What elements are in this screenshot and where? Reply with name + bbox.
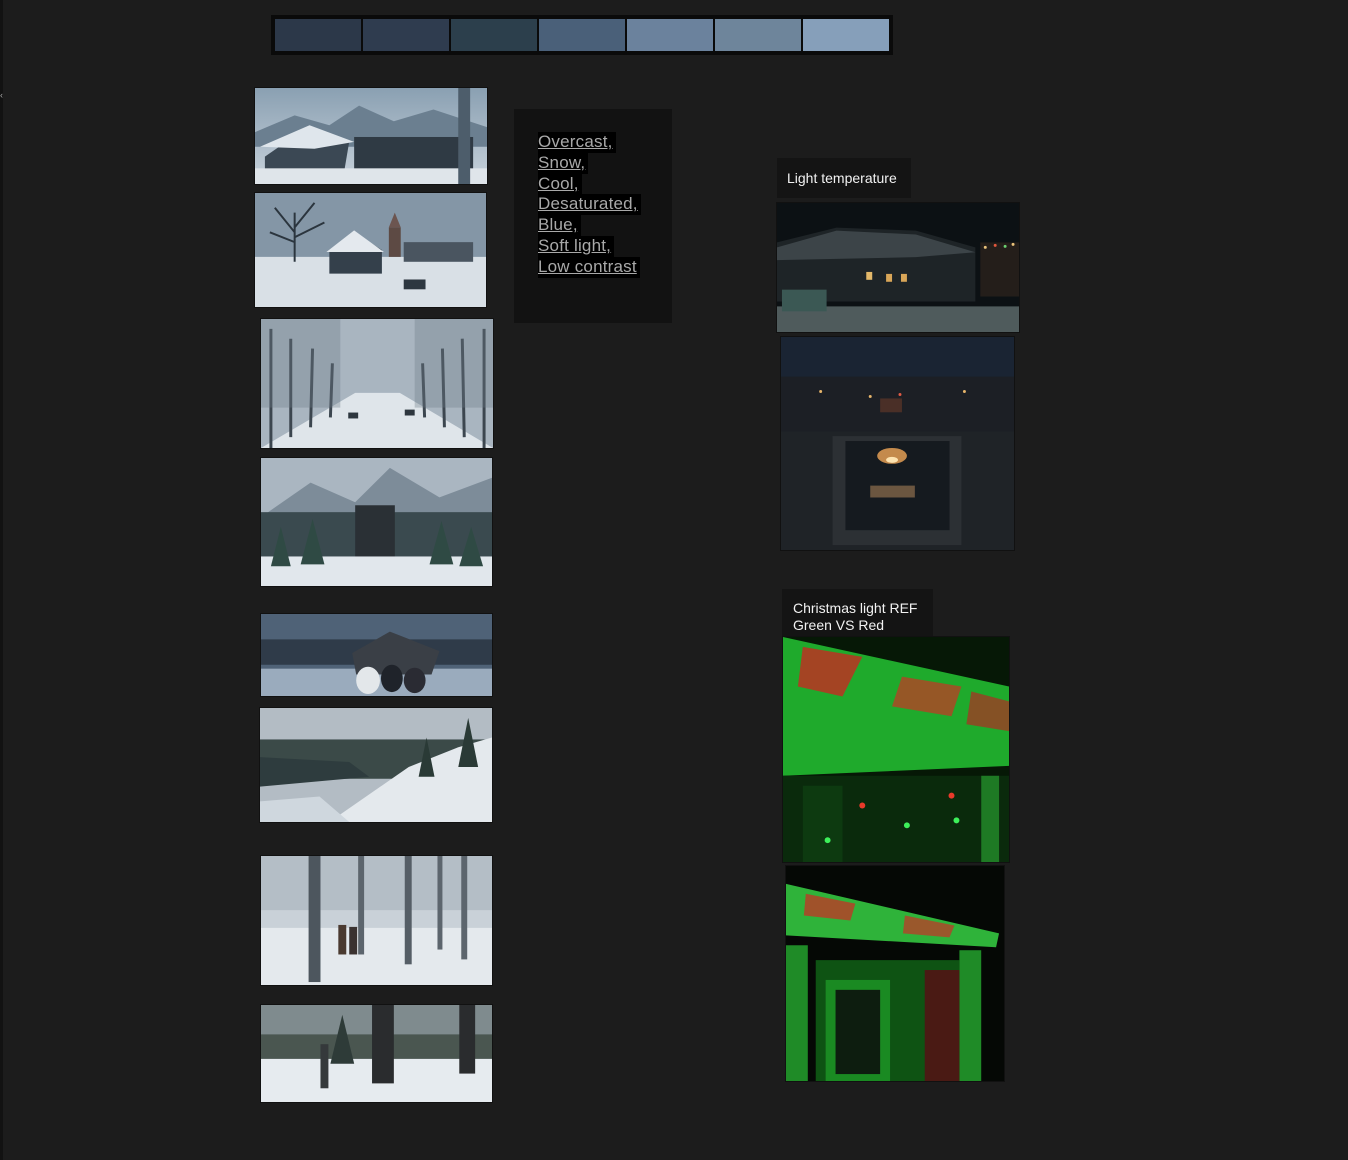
light-temperature-label[interactable]: Light temperature: [777, 158, 911, 198]
christmas-light-subtitle: Green VS Red: [793, 617, 885, 633]
night-town-window-photo[interactable]: [780, 336, 1015, 551]
night-house-street-photo[interactable]: [776, 202, 1020, 333]
snowy-park-couple-photo[interactable]: [260, 855, 493, 986]
palette-swatch[interactable]: [362, 18, 450, 52]
keywords-note[interactable]: Overcast, Snow, Cool, Desaturated, Blue,…: [514, 109, 672, 323]
green-red-christmas-lights-photo-1[interactable]: [782, 636, 1010, 863]
palette-swatch[interactable]: [450, 18, 538, 52]
color-palette: [271, 15, 893, 55]
christmas-light-title: Christmas light REF: [793, 600, 918, 616]
snowy-forest-bridge-photo[interactable]: [260, 457, 493, 587]
palette-swatch[interactable]: [274, 18, 362, 52]
snowy-mountain-village-photo[interactable]: [254, 87, 488, 185]
palette-swatch[interactable]: [802, 18, 890, 52]
keyword-link[interactable]: Desaturated,: [538, 194, 641, 216]
keyword-link[interactable]: Soft light,: [538, 235, 615, 257]
keyword-link[interactable]: Low contrast: [538, 256, 640, 278]
edge-marker-icon: ‹: [0, 90, 3, 100]
snowy-tree-lined-road-photo[interactable]: [260, 318, 494, 449]
palette-swatch[interactable]: [538, 18, 626, 52]
light-temperature-text: Light temperature: [787, 170, 897, 186]
snowy-hillside-river-photo[interactable]: [259, 707, 493, 823]
palette-swatch[interactable]: [626, 18, 714, 52]
snowy-park-figure-photo[interactable]: [260, 1004, 493, 1103]
palette-swatch[interactable]: [714, 18, 802, 52]
keyword-link[interactable]: Snow,: [538, 152, 589, 174]
snowy-town-church-photo[interactable]: [254, 192, 487, 308]
keyword-link[interactable]: Overcast,: [538, 132, 616, 153]
keyword-link[interactable]: Cool,: [538, 173, 582, 195]
keyword-link[interactable]: Blue,: [538, 215, 581, 236]
snowy-barn-horses-photo[interactable]: [260, 613, 493, 697]
green-red-christmas-lights-photo-2[interactable]: [785, 865, 1005, 1082]
canvas-left-edge: [0, 0, 3, 1160]
